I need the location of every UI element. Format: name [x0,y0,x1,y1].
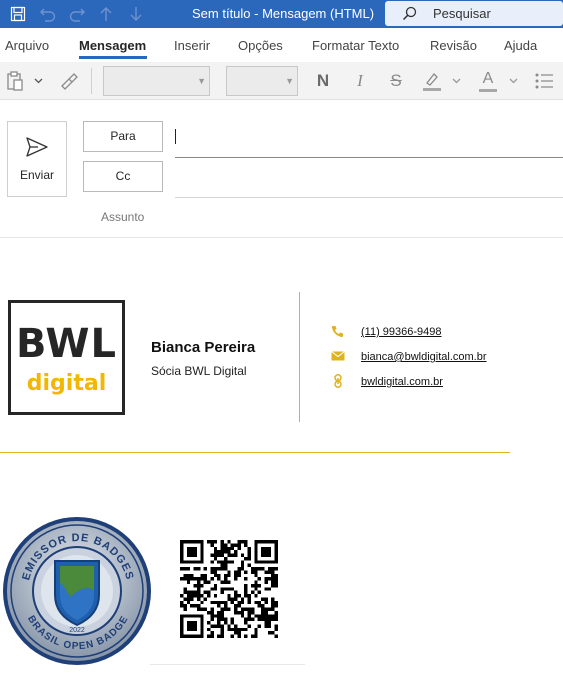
logo-line1: BWL [16,321,117,367]
save-icon[interactable] [8,4,28,24]
search-icon [402,6,417,26]
to-input[interactable] [175,157,563,158]
send-label: Enviar [19,168,54,182]
ribbon: ▼ ▼ N I S A [0,62,563,100]
cc-input[interactable] [175,197,563,198]
qr-code [180,540,278,638]
website-link[interactable]: bwldigital.com.br [361,376,443,388]
chevron-down-icon[interactable] [31,68,45,94]
chevron-down-icon[interactable] [450,68,462,94]
highlight-icon[interactable] [420,68,444,94]
window-title: Sem título - Mensagem (HTML) [192,6,375,21]
search-box[interactable]: Pesquisar [385,1,563,26]
title-bar: Sem título - Mensagem (HTML) Pesquisar [0,0,563,28]
badge-year: 2022 [69,627,85,634]
search-placeholder: Pesquisar [433,6,491,21]
to-button[interactable]: Para [83,121,163,152]
redo-icon[interactable] [67,4,87,24]
email-icon [330,349,345,363]
logo-line2: digital [26,371,107,396]
image-underline [150,664,305,665]
tab-ajuda[interactable]: Ajuda [504,38,537,53]
text-cursor [175,129,176,144]
bullet-list-icon[interactable] [532,68,556,94]
active-tab-indicator [79,56,147,59]
company-logo: BWL digital [8,300,125,415]
signature-name: Bianca Pereira [151,339,256,356]
arrow-up-icon[interactable] [96,4,116,24]
tab-opcoes[interactable]: Opções [238,38,283,53]
font-name-combo[interactable]: ▼ [103,66,210,96]
chevron-down-icon: ▼ [197,76,206,86]
chevron-down-icon: ▼ [285,76,294,86]
send-icon [25,136,49,163]
signature-divider [299,292,300,422]
phone-link[interactable]: (11) 99366-9498 [361,326,442,338]
signature-bottom-divider [0,452,510,453]
font-color-button[interactable]: A [476,68,500,94]
ribbon-separator [91,68,92,94]
link-icon [330,374,345,388]
undo-icon[interactable] [38,4,58,24]
tab-formatar-texto[interactable]: Formatar Texto [312,38,399,53]
email-link[interactable]: bianca@bwldigital.com.br [361,351,487,363]
font-color-bar [479,88,497,92]
italic-button[interactable]: I [349,68,371,94]
arrow-down-icon[interactable] [126,4,146,24]
format-painter-icon[interactable] [58,68,80,94]
tab-revisao[interactable]: Revisão [430,38,477,53]
tab-mensagem[interactable]: Mensagem [79,38,146,53]
tab-inserir[interactable]: Inserir [174,38,210,53]
phone-icon [330,324,345,338]
send-button[interactable]: Enviar [7,121,67,197]
signature-role: Sócia BWL Digital [151,364,247,378]
chevron-down-icon[interactable] [507,68,519,94]
paste-icon[interactable] [4,68,26,94]
strikethrough-button[interactable]: S [385,68,407,94]
cc-button[interactable]: Cc [83,161,163,192]
bold-button[interactable]: N [312,68,334,94]
font-size-combo[interactable]: ▼ [226,66,298,96]
open-badge-seal: EMISSOR DE BADGES BRASIL OPEN BADGE 2022 [0,513,155,668]
tab-arquivo[interactable]: Arquivo [5,38,49,53]
header-divider [0,237,563,238]
font-color-glyph: A [482,69,494,87]
subject-label[interactable]: Assunto [101,210,144,224]
